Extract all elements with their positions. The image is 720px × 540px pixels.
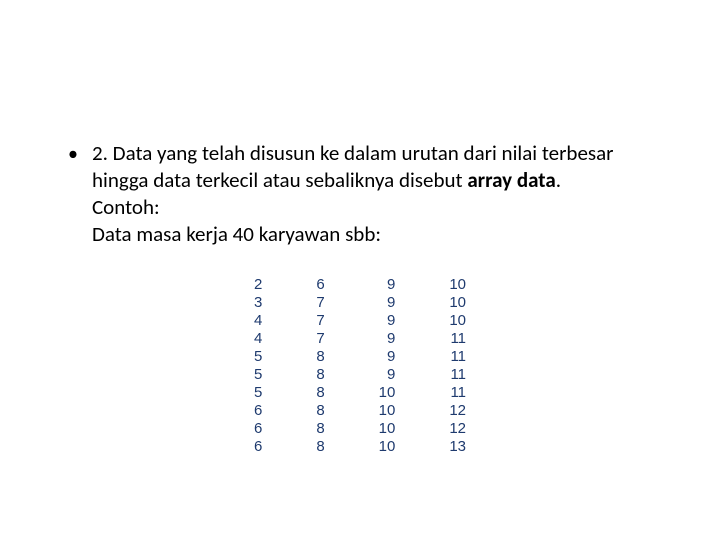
cell: 8: [316, 348, 324, 366]
cell: 7: [316, 294, 324, 312]
cell: 2: [254, 276, 262, 294]
cell: 6: [316, 276, 324, 294]
cell: 8: [316, 420, 324, 438]
text-line-2a: hingga data terkecil atau sebaliknya dis…: [92, 167, 467, 193]
cell: 4: [254, 312, 262, 330]
cell: 3: [254, 294, 262, 312]
cell: 6: [254, 402, 262, 420]
cell: 11: [450, 330, 466, 348]
cell: 13: [449, 438, 466, 456]
data-column-4: 10 10 10 11 11 11 11 12 12 13: [449, 276, 466, 456]
cell: 10: [449, 276, 466, 294]
bullet-text: 2. Data yang telah disusun ke dalam urut…: [92, 140, 614, 248]
cell: 9: [387, 348, 395, 366]
data-column-3: 9 9 9 9 9 9 10 10 10 10: [379, 276, 396, 456]
cell: 10: [379, 438, 396, 456]
cell: 5: [254, 348, 262, 366]
cell: 8: [316, 438, 324, 456]
data-column-1: 2 3 4 4 5 5 5 6 6 6: [254, 276, 262, 456]
cell: 10: [449, 312, 466, 330]
cell: 9: [387, 366, 395, 384]
cell: 9: [387, 330, 395, 348]
text-line-4: Data masa kerja 40 karyawan sbb:: [92, 221, 381, 247]
cell: 11: [450, 384, 466, 402]
cell: 6: [254, 420, 262, 438]
text-line-2b: .: [556, 167, 561, 193]
cell: 5: [254, 384, 262, 402]
data-table: 2 3 4 4 5 5 5 6 6 6 6 7 7 7 8 8 8 8 8 8 …: [60, 276, 660, 456]
slide: • 2. Data yang telah disusun ke dalam ur…: [0, 0, 720, 540]
cell: 9: [387, 294, 395, 312]
cell: 8: [316, 402, 324, 420]
cell: 11: [450, 348, 466, 366]
text-line-3: Contoh:: [92, 194, 160, 220]
cell: 9: [387, 276, 395, 294]
cell: 8: [316, 384, 324, 402]
cell: 7: [316, 330, 324, 348]
cell: 5: [254, 366, 262, 384]
cell: 7: [316, 312, 324, 330]
cell: 8: [316, 366, 324, 384]
cell: 10: [379, 402, 396, 420]
data-column-2: 6 7 7 7 8 8 8 8 8 8: [316, 276, 324, 456]
cell: 12: [449, 402, 466, 420]
cell: 4: [254, 330, 262, 348]
cell: 11: [450, 366, 466, 384]
cell: 10: [449, 294, 466, 312]
bullet-item: • 2. Data yang telah disusun ke dalam ur…: [60, 140, 660, 248]
bullet-marker: •: [68, 140, 78, 168]
text-line-1: 2. Data yang telah disusun ke dalam urut…: [92, 140, 614, 166]
cell: 10: [379, 420, 396, 438]
cell: 6: [254, 438, 262, 456]
cell: 10: [379, 384, 396, 402]
text-line-2-bold: array data: [467, 167, 555, 193]
cell: 12: [449, 420, 466, 438]
cell: 9: [387, 312, 395, 330]
